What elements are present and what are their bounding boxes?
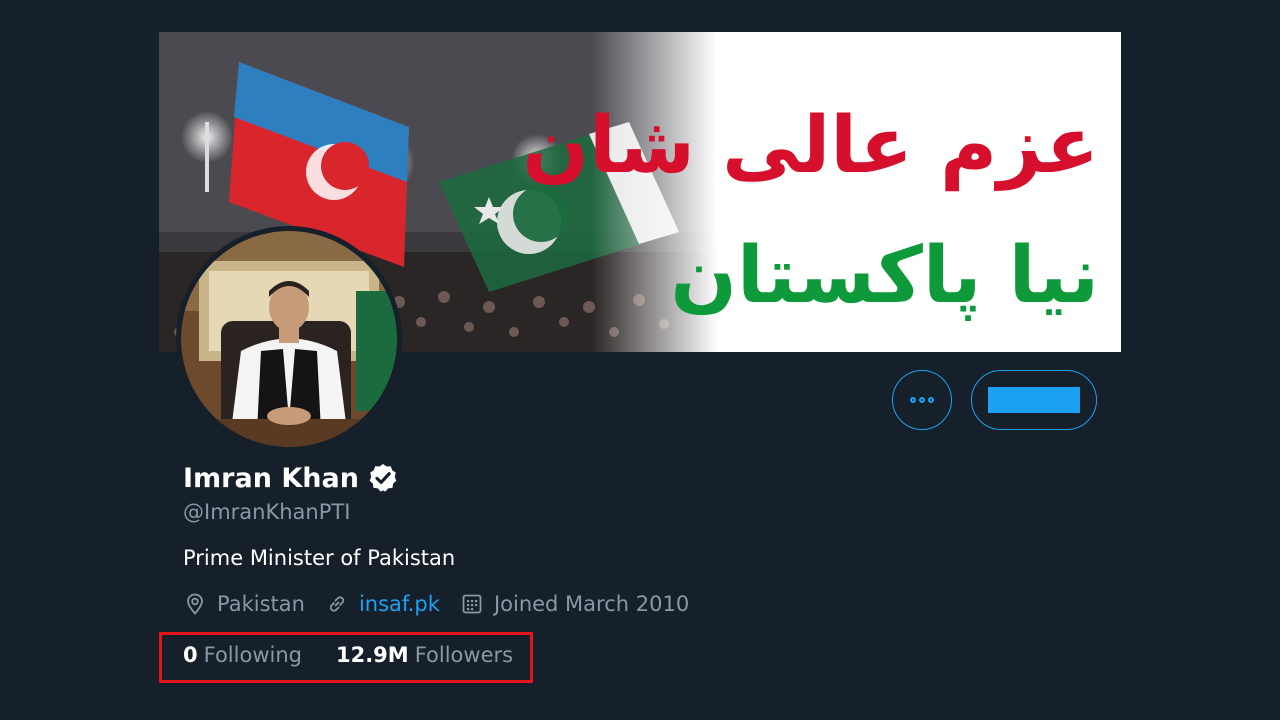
profile-website[interactable]: insaf.pk bbox=[325, 592, 440, 616]
profile-location: Pakistan bbox=[183, 592, 305, 616]
profile-handle: @ImranKhanPTI bbox=[183, 500, 351, 524]
followers-count: 12.9M bbox=[335, 643, 409, 667]
more-dot bbox=[928, 397, 934, 403]
banner-urdu-line-2: نیا پاکستان bbox=[670, 231, 1099, 321]
followers-stat[interactable]: 12.9M Followers bbox=[336, 643, 513, 667]
more-dot bbox=[919, 397, 925, 403]
more-horizontal-icon bbox=[910, 397, 916, 403]
following-count: 0 bbox=[183, 643, 198, 667]
display-name: Imran Khan bbox=[183, 462, 359, 494]
profile-joined: Joined March 2010 bbox=[460, 592, 689, 616]
follow-button[interactable] bbox=[971, 370, 1097, 430]
joined-text: Joined March 2010 bbox=[493, 592, 690, 616]
avatar[interactable] bbox=[176, 226, 402, 452]
profile-stats: 0 Following 12.9M Followers bbox=[183, 643, 513, 667]
calendar-icon bbox=[462, 594, 482, 614]
location-text: Pakistan bbox=[217, 592, 305, 616]
website-link[interactable]: insaf.pk bbox=[359, 592, 440, 616]
profile-bio: Prime Minister of Pakistan bbox=[183, 546, 456, 570]
verified-badge-icon bbox=[369, 464, 397, 492]
following-stat[interactable]: 0 Following bbox=[183, 643, 302, 667]
profile-meta: Pakistan insaf.pk Joined March 2010 bbox=[183, 592, 689, 616]
location-pin-icon bbox=[187, 593, 203, 615]
more-options-button[interactable] bbox=[892, 370, 952, 430]
followers-label: Followers bbox=[414, 643, 514, 667]
link-icon bbox=[329, 596, 345, 612]
following-label: Following bbox=[203, 643, 302, 667]
banner-urdu-line-1: عزم عالی شان bbox=[522, 101, 1099, 191]
profile-name-row: Imran Khan bbox=[183, 458, 399, 498]
follow-button-label-redacted bbox=[988, 387, 1080, 413]
